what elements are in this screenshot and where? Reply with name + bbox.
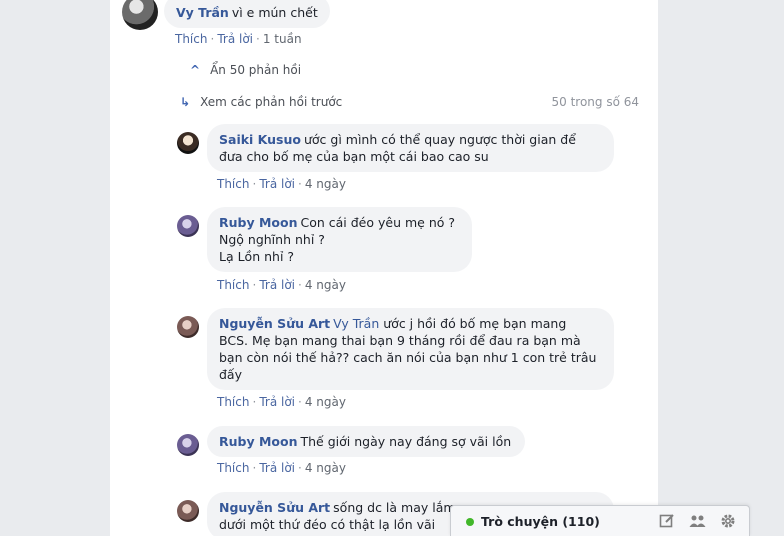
reply-text: dưới một thứ đéo có thật lạ lồn vãi (219, 517, 436, 532)
reply-link[interactable]: Trả lời (259, 461, 295, 475)
chevron-up-icon: ^ (190, 63, 201, 77)
reply-author[interactable]: Saiki Kusuo (219, 132, 301, 147)
previous-replies-link[interactable]: ↳ Xem các phản hồi trước (180, 95, 342, 109)
previous-replies-label: Xem các phản hồi trước (200, 95, 343, 109)
hide-replies-link[interactable]: ^ Ẩn 50 phản hồi (190, 63, 301, 77)
comment-text: vì e mún chết (231, 5, 318, 20)
comment-bubble: Vy Trần vì e mún chết (164, 0, 330, 28)
reply-author[interactable]: Ruby Moon (219, 434, 298, 449)
avatar-nguyen-suu-art[interactable] (177, 316, 199, 338)
reply-actions: Thích · Trả lời · 4 ngày (217, 177, 346, 191)
reply-arrow-icon: ↳ (180, 95, 191, 109)
reply-time[interactable]: 4 ngày (305, 177, 346, 191)
reply-bubble: Nguyễn Sửu Art Vy Trần ước j hồi đó bố mẹ… (207, 308, 614, 390)
avatar-ruby-moon[interactable] (177, 434, 199, 456)
reply-actions: Thích · Trả lời · 4 ngày (217, 278, 346, 292)
reply-text: ước gì mình có thể quay ngược thời gian … (303, 132, 576, 147)
reply-link[interactable]: Trả lời (259, 395, 295, 409)
reply-actions: Thích · Trả lời · 4 ngày (217, 461, 346, 475)
reply-actions: Thích · Trả lời · 4 ngày (217, 395, 346, 409)
reply-link[interactable]: Trả lời (217, 32, 253, 46)
reply-text: sống dc là may lắm... (333, 500, 468, 515)
reply-bubble: Ruby Moon Con cái đéo yêu mẹ nó ? Ngộ ngh… (207, 207, 472, 272)
reply-bubble: Ruby Moon Thế giới ngày nay đáng sợ vãi l… (207, 426, 525, 457)
contacts-icon[interactable] (689, 513, 707, 531)
reply-text: Ngộ nghĩnh nhỉ ? (219, 232, 325, 247)
reply-link[interactable]: Trả lời (259, 177, 295, 191)
reply-time[interactable]: 4 ngày (305, 461, 346, 475)
like-link[interactable]: Thích (217, 461, 249, 475)
reply-text: ước j hồi đó bố mẹ bạn mang (383, 316, 567, 331)
hide-replies-label: Ẩn 50 phản hồi (210, 63, 302, 77)
reply-author[interactable]: Nguyễn Sửu Art (219, 316, 330, 331)
reply-text: Con cái đéo yêu mẹ nó ? (300, 215, 456, 230)
reply-text: Lạ Lồn nhỉ ? (219, 249, 295, 264)
reply-bubble: Saiki Kusuo ước gì mình có thể quay ngược… (207, 124, 614, 172)
like-link[interactable]: Thích (175, 32, 207, 46)
reply-link[interactable]: Trả lời (259, 278, 295, 292)
reply-text: đấy (219, 367, 242, 382)
reply-time[interactable]: 4 ngày (305, 278, 346, 292)
reply-text: BCS. Mẹ bạn mang thai bạn 9 tháng rồi để… (219, 333, 581, 348)
like-link[interactable]: Thích (217, 278, 249, 292)
reply-mention[interactable]: Vy Trần (333, 316, 379, 331)
comment-author[interactable]: Vy Trần (176, 5, 229, 20)
reply-text: đưa cho bố mẹ của bạn một cái bao cao su (219, 149, 489, 164)
reply-text: bạn còn nói thế hả?? cach ăn nói của bạn… (219, 350, 597, 365)
avatar-nguyen-suu-art[interactable] (177, 500, 199, 522)
avatar-ruby-moon[interactable] (177, 215, 199, 237)
avatar-saiki-kusuo[interactable] (177, 132, 199, 154)
replies-count: 50 trong số 64 (551, 95, 639, 109)
reply-author[interactable]: Nguyễn Sửu Art (219, 500, 330, 515)
reply-time[interactable]: 4 ngày (305, 395, 346, 409)
chat-label[interactable]: Trò chuyện (110) (481, 514, 600, 529)
online-status-dot (466, 518, 474, 526)
chat-bar[interactable]: Trò chuyện (110) (450, 505, 750, 536)
reply-text: Thế giới ngày nay đáng sợ vãi lồn (300, 434, 512, 449)
comment-time[interactable]: 1 tuần (263, 32, 302, 46)
gear-icon[interactable] (719, 513, 737, 531)
like-link[interactable]: Thích (217, 395, 249, 409)
compose-icon[interactable] (658, 513, 676, 531)
reply-author[interactable]: Ruby Moon (219, 215, 298, 230)
like-link[interactable]: Thích (217, 177, 249, 191)
comment-actions: Thích · Trả lời · 1 tuần (175, 32, 302, 46)
